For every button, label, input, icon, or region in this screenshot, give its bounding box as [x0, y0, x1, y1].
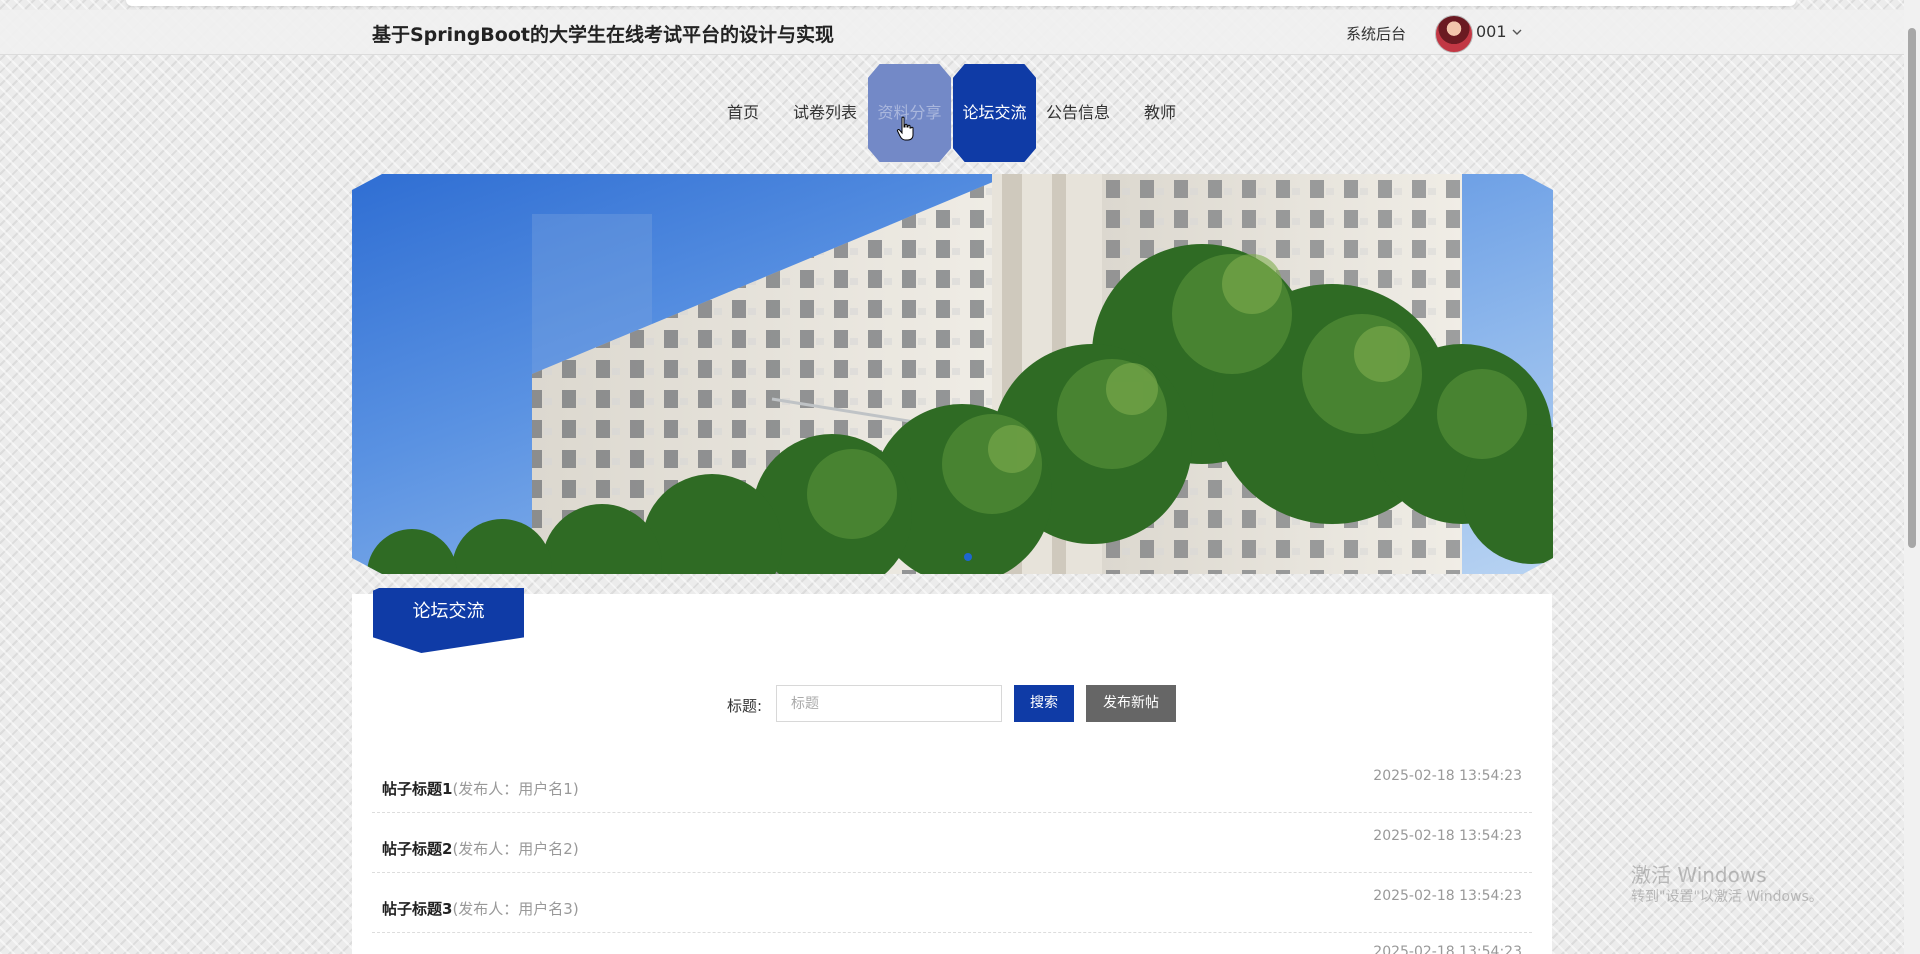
post-time: 2025-02-18 13:54:23: [1373, 888, 1522, 904]
campus-building-illustration: [367, 174, 1553, 574]
admin-link[interactable]: 系统后台: [1346, 23, 1406, 44]
windows-activation-watermark: 激活 Windows: [1631, 863, 1767, 887]
nav-item-exam-list[interactable]: 试卷列表: [782, 64, 868, 162]
new-post-button[interactable]: 发布新帖: [1086, 685, 1176, 722]
chevron-down-icon[interactable]: [1510, 25, 1524, 39]
windows-activation-hint: 转到"设置"以激活 Windows。: [1631, 889, 1823, 905]
section-title: 论坛交流: [412, 601, 485, 622]
post-time: 2025-02-18 13:54:23: [1373, 768, 1522, 784]
post-title[interactable]: 帖子标题1(发布人：用户名1): [382, 778, 579, 799]
post-title[interactable]: 帖子标题2(发布人：用户名2): [382, 838, 579, 859]
post-time: 2025-02-18 13:54:23: [1373, 944, 1522, 954]
header-bar: 基于SpringBoot的大学生在线考试平台的设计与实现 系统后台 001: [0, 10, 1904, 55]
title-search-input[interactable]: [776, 685, 1002, 722]
nav-item-forum[interactable]: 论坛交流: [953, 64, 1036, 162]
search-label: 标题:: [727, 697, 763, 715]
site-title: 基于SpringBoot的大学生在线考试平台的设计与实现: [372, 24, 834, 46]
post-title[interactable]: 帖子标题3(发布人：用户名3): [382, 898, 579, 919]
nav-item-home[interactable]: 首页: [712, 64, 774, 162]
post-row[interactable]: 帖子标题3(发布人：用户名3) 2025-02-18 13:54:23: [372, 872, 1532, 933]
nav-item-teachers[interactable]: 教师: [1120, 64, 1200, 162]
post-row[interactable]: 2025-02-18 13:54:23: [372, 932, 1532, 954]
browser-top-edge: [126, 0, 1796, 6]
post-author: (发布人：用户名3): [452, 900, 579, 918]
search-button[interactable]: 搜索: [1014, 685, 1074, 722]
user-avatar[interactable]: [1435, 15, 1473, 53]
post-time: 2025-02-18 13:54:23: [1373, 828, 1522, 844]
post-row[interactable]: 帖子标题2(发布人：用户名2) 2025-02-18 13:54:23: [372, 812, 1532, 873]
main-nav: 首页 试卷列表 资料分享 论坛交流 公告信息 教师: [0, 64, 1904, 162]
hand-cursor-icon: [896, 116, 914, 141]
page-scrollbar[interactable]: [1904, 0, 1920, 954]
post-author: (发布人：用户名2): [452, 840, 579, 858]
nav-item-resource-share[interactable]: 资料分享: [868, 64, 951, 162]
nav-item-announcements[interactable]: 公告信息: [1036, 64, 1120, 162]
banner-image: [352, 174, 1553, 574]
post-author: (发布人：用户名1): [452, 780, 579, 798]
carousel-dot[interactable]: [964, 553, 972, 561]
post-row[interactable]: 帖子标题1(发布人：用户名1) 2025-02-18 13:54:23: [372, 752, 1532, 813]
scrollbar-thumb[interactable]: [1908, 28, 1916, 548]
username-label[interactable]: 001: [1476, 22, 1507, 41]
